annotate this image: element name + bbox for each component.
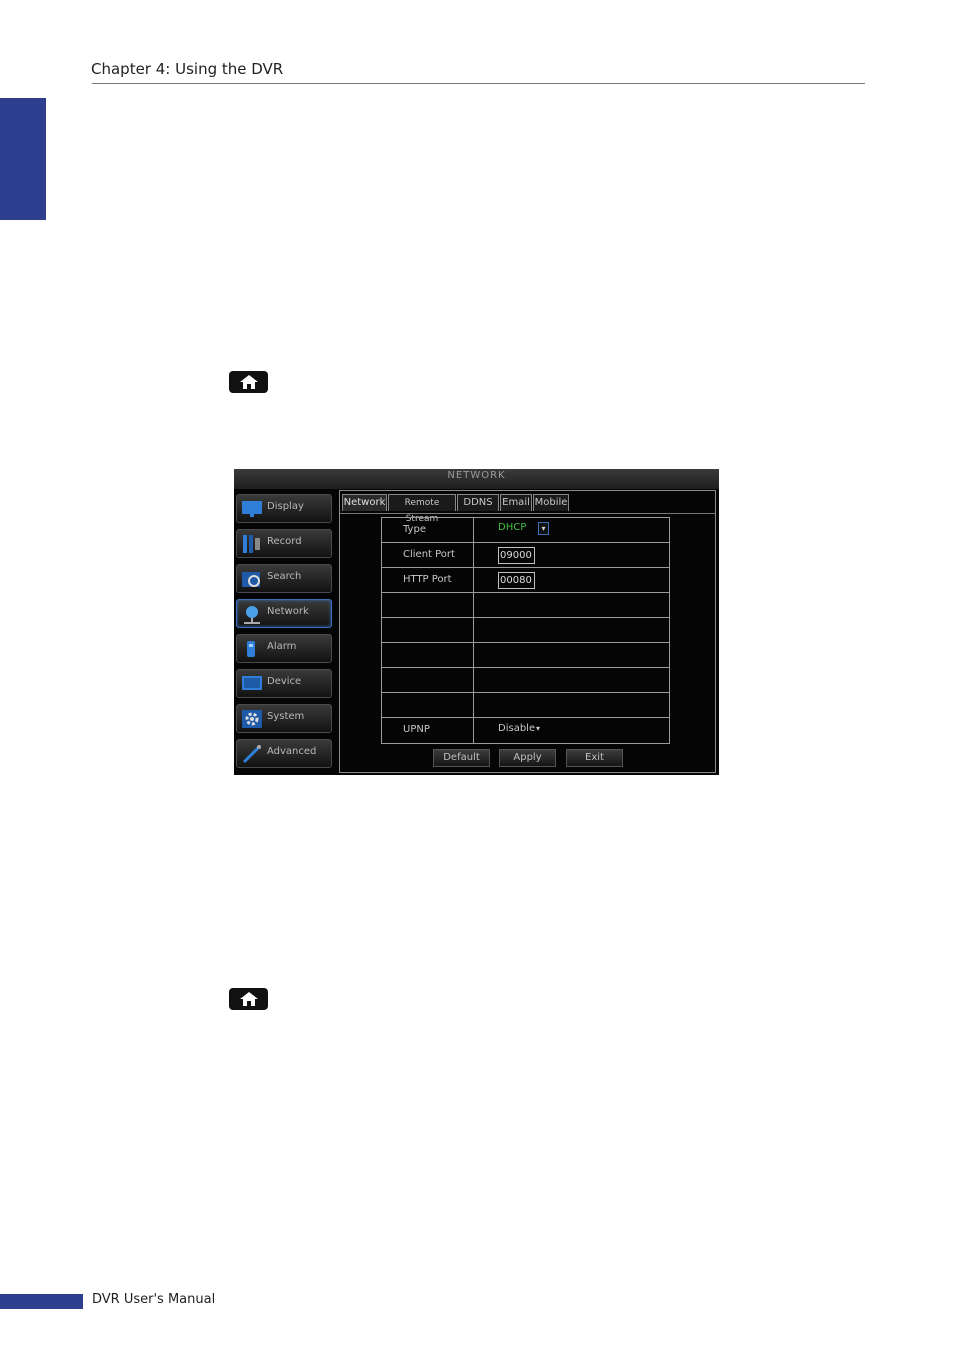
upnp-label: UPNP (403, 724, 430, 735)
empty-row (382, 593, 669, 618)
menu-item-record[interactable]: Record (236, 529, 332, 558)
empty-row (382, 618, 669, 643)
menu-item-label: Network (267, 606, 309, 617)
footer-manual-title: DVR User's Manual (92, 1292, 216, 1307)
menu-item-advanced[interactable]: Advanced (236, 739, 332, 768)
alarm-icon (247, 641, 255, 657)
menu-item-network[interactable]: Network (236, 599, 332, 628)
menu-item-label: Search (267, 571, 302, 582)
home-button (229, 371, 268, 393)
menu-item-alarm[interactable]: Alarm (236, 634, 332, 663)
menu-item-search[interactable]: Search (236, 564, 332, 593)
home-icon (239, 992, 258, 1006)
chapter-side-tab (0, 98, 46, 220)
tab-ddns[interactable]: DDNS (457, 494, 499, 511)
dvr-network-screen: NETWORK Display Record Search Network Al… (234, 469, 719, 775)
footer-bar (0, 1294, 83, 1309)
menu-item-label: Device (267, 676, 302, 687)
menu-item-system[interactable]: System (236, 704, 332, 733)
tab-network[interactable]: Network (342, 494, 387, 511)
header-rule (92, 83, 865, 84)
menu-item-device[interactable]: Device (236, 669, 332, 698)
chevron-down-icon[interactable]: ▾ (538, 522, 549, 535)
client-port-label: Client Port (403, 549, 455, 560)
http-port-row: HTTP Port 00080 (382, 568, 669, 593)
tab-remote-stream[interactable]: Remote Stream (388, 494, 456, 524)
upnp-value: Disable (498, 723, 536, 734)
menu-item-label: Display (267, 501, 304, 512)
empty-row (382, 693, 669, 718)
menu-item-label: Alarm (267, 641, 297, 652)
home-icon (239, 375, 258, 389)
type-value: DHCP (498, 522, 527, 533)
network-settings-panel: Network Remote Stream DDNS Email Mobile … (339, 490, 716, 773)
home-button (229, 988, 268, 1010)
record-icon (243, 535, 260, 553)
http-port-label: HTTP Port (403, 574, 452, 585)
menu-item-label: Advanced (267, 746, 317, 757)
settings-grid: Type DHCP ▾ Client Port 09000 HTTP Port … (381, 517, 670, 744)
type-row: Type DHCP ▾ (382, 518, 669, 543)
display-icon (242, 501, 262, 517)
tab-divider (340, 513, 715, 514)
tab-email[interactable]: Email (500, 494, 532, 511)
menu-item-label: Record (267, 536, 302, 547)
tab-mobile[interactable]: Mobile (533, 494, 569, 511)
client-port-row: Client Port 09000 (382, 543, 669, 568)
default-button[interactable]: Default (433, 749, 490, 767)
device-icon (242, 676, 262, 690)
empty-row (382, 668, 669, 693)
network-icon (244, 606, 260, 624)
chapter-header: Chapter 4: Using the DVR (91, 60, 284, 78)
gear-icon (242, 710, 262, 728)
apply-button[interactable]: Apply (499, 749, 556, 767)
advanced-icon (242, 745, 261, 764)
empty-row (382, 643, 669, 668)
client-port-input[interactable]: 09000 (498, 547, 535, 564)
chevron-down-icon[interactable]: ▾ (536, 724, 540, 733)
search-icon (242, 572, 260, 587)
type-label: Type (403, 524, 426, 535)
http-port-input[interactable]: 00080 (498, 572, 535, 589)
exit-button[interactable]: Exit (566, 749, 623, 767)
menu-item-label: System (267, 711, 305, 722)
upnp-row: UPNP Disable ▾ (382, 718, 669, 743)
menu-item-display[interactable]: Display (236, 494, 332, 523)
dvr-window-title: NETWORK (234, 469, 719, 489)
